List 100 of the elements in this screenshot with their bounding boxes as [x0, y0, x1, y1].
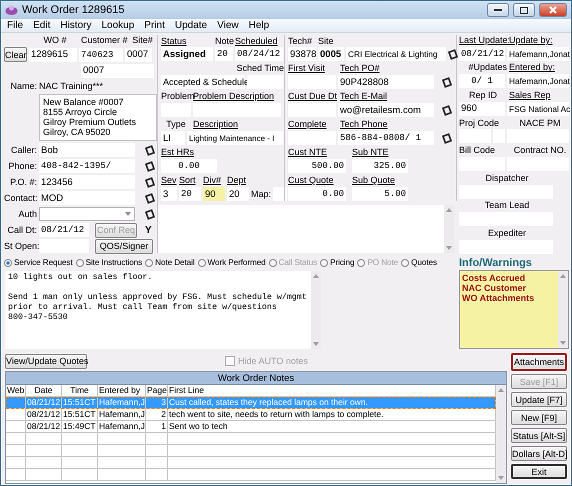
update-by-field[interactable]: Hafemann,Jonat	[507, 46, 569, 61]
minimize-button[interactable]	[487, 3, 509, 17]
scrollbar[interactable]	[444, 205, 454, 253]
auth-dropdown[interactable]	[39, 207, 135, 221]
action-button[interactable]: Update [F7]	[511, 392, 567, 407]
schedule-state-field[interactable]: Accepted & Schedule	[161, 75, 245, 89]
action-button[interactable]: New [F9]	[511, 410, 567, 425]
action-button[interactable]: Attachments	[511, 353, 567, 371]
note-type-radio[interactable]: Quotes	[401, 258, 437, 267]
table-row[interactable]: 08/21/12 15:49CT Hafemann,J 1 Sent wo to tech	[6, 421, 496, 433]
confirmed-value: Y	[145, 224, 152, 236]
address-field[interactable]: New Balance #0007 8155 Arroyo Circle Gilroy Premium Outlets Gilroy, CA 95020	[39, 94, 157, 141]
menu-item[interactable]: Lookup	[101, 20, 134, 31]
action-button[interactable]: Exit	[511, 464, 567, 479]
field-label: Call Dt:	[6, 225, 37, 235]
column-header[interactable]: Entered by	[98, 385, 146, 396]
contact-field[interactable]: 408-842-1395/	[39, 159, 135, 173]
sev-field[interactable]: 3	[161, 187, 177, 201]
scroll-down-icon[interactable]	[446, 246, 452, 250]
status-field[interactable]: Assigned	[161, 47, 213, 61]
wo-number-field[interactable]: 1289615	[29, 48, 77, 62]
scroll-down-icon[interactable]	[313, 342, 319, 346]
field-label: Cust NTE	[288, 147, 328, 157]
sales-rep-field[interactable]: FSG National Ac	[507, 102, 569, 116]
tech-site-field[interactable]: 0005	[318, 47, 344, 61]
scrollbar[interactable]	[311, 271, 321, 349]
sub-quote-field[interactable]: 5.00	[352, 187, 408, 201]
menu-item[interactable]: File	[7, 20, 24, 31]
site-code-field[interactable]: 0007	[81, 64, 154, 78]
action-button[interactable]: Status [Alt-S]	[511, 428, 567, 443]
tech-po-field[interactable]: 90P428808	[338, 75, 434, 89]
site-number-field[interactable]: 0007	[125, 48, 152, 62]
contact-field[interactable]: Bob	[39, 143, 135, 157]
note-type-radio[interactable]: Note Detail	[145, 258, 195, 267]
view-update-quotes-button[interactable]: View/Update Quotes	[5, 354, 87, 368]
column-header[interactable]: Date	[26, 385, 62, 396]
cust-quote-field[interactable]: 0.00	[288, 187, 346, 201]
field-label: Dispatcher	[485, 172, 529, 183]
column-header[interactable]: Time	[62, 385, 98, 396]
updates-field[interactable]: 0/ 1	[459, 74, 505, 88]
scrollbar[interactable]	[558, 270, 568, 348]
scroll-up-icon[interactable]	[560, 274, 566, 278]
map-field[interactable]	[273, 187, 288, 201]
column-header[interactable]: Page	[146, 385, 168, 396]
service-request-text[interactable]: 10 lights out on sales floor. Send 1 man only unless approved by FSG. Must schedule w/mgmt prior to arrival. Must call Team from site w/questions 800-347-5530	[5, 271, 311, 349]
menu-item[interactable]: Print	[144, 20, 165, 31]
cust-nte-field[interactable]: 500.00	[288, 159, 346, 173]
table-row[interactable]: 08/21/12 15:51CT Hafemann,J 2 tech went to site, needs to return with lamps to complete.	[6, 409, 496, 421]
menu-item[interactable]: Update	[174, 20, 208, 31]
field-label: Bill Code	[459, 145, 496, 156]
table-title: Work Order Notes	[6, 372, 506, 385]
note-type-radio[interactable]: Pricing	[320, 258, 354, 267]
entered-by-field[interactable]: Hafemann,Jonat	[507, 74, 569, 88]
last-update-field[interactable]: 08/21/12	[459, 46, 505, 61]
scroll-up-icon[interactable]	[498, 388, 504, 392]
field-label: Expediter	[488, 228, 526, 238]
warning-text: WO Attachments	[462, 292, 536, 303]
comment-field[interactable]	[158, 205, 454, 253]
call-date-field[interactable]: 08/21/12	[39, 223, 89, 237]
company-field[interactable]: CRI Electrical & Lighting	[346, 47, 446, 61]
scrollbar[interactable]	[496, 385, 506, 483]
note-type-radio[interactable]: Site Instructions	[76, 258, 142, 267]
scroll-down-icon[interactable]	[498, 476, 504, 480]
maximize-button[interactable]	[513, 3, 535, 17]
customer-number-field[interactable]: 740623	[79, 48, 123, 62]
type-field[interactable]: LI	[161, 131, 185, 145]
scroll-up-icon[interactable]	[313, 274, 319, 278]
clear-button[interactable]: Clear	[4, 47, 27, 62]
table-cell: 2	[146, 409, 168, 420]
sort-field[interactable]: 20	[179, 187, 201, 201]
field-label: Est HRs	[161, 147, 194, 157]
section-heading: Info/Warnings	[459, 256, 533, 269]
tech-phone-field[interactable]: 586-884-0808/ 1	[338, 131, 434, 145]
menu-item[interactable]: History	[60, 20, 92, 31]
contact-field[interactable]: 123456	[39, 175, 135, 189]
menu-item[interactable]: Edit	[33, 20, 50, 31]
contact-field[interactable]: MOD	[39, 191, 135, 205]
rep-id-field[interactable]: 960	[459, 102, 505, 116]
description-field[interactable]: Lighting Maintenance - I	[187, 131, 283, 145]
menu-item[interactable]: Help	[248, 20, 270, 31]
scroll-down-icon[interactable]	[560, 341, 566, 346]
div-field[interactable]: 90	[203, 187, 225, 201]
field-label: First Visit	[288, 63, 326, 73]
column-header[interactable]: Web	[6, 385, 26, 396]
scheduled-field[interactable]: 08/24/12	[235, 47, 283, 61]
scroll-up-icon[interactable]	[446, 208, 452, 212]
tech-email-field[interactable]: wo@retailesm.com	[338, 103, 434, 117]
note-type-radio[interactable]: Work Performed	[198, 258, 266, 267]
qos-signer-button[interactable]: QOS/Signer	[95, 238, 153, 254]
tech-number-field[interactable]: 93878	[288, 47, 316, 61]
action-button[interactable]: Dollars [Alt-D]	[511, 446, 567, 461]
note-field[interactable]: 20	[215, 47, 233, 61]
close-button[interactable]	[539, 3, 567, 17]
sub-nte-field[interactable]: 325.00	[352, 159, 408, 173]
est-hrs-field[interactable]: 0.00	[161, 159, 217, 173]
dept-field[interactable]: 20	[227, 187, 249, 201]
note-type-radio[interactable]: Service Request	[4, 258, 73, 267]
menu-item[interactable]: View	[217, 20, 239, 31]
sched-time-field[interactable]	[247, 75, 283, 89]
field-label: Proj Code	[459, 118, 500, 128]
